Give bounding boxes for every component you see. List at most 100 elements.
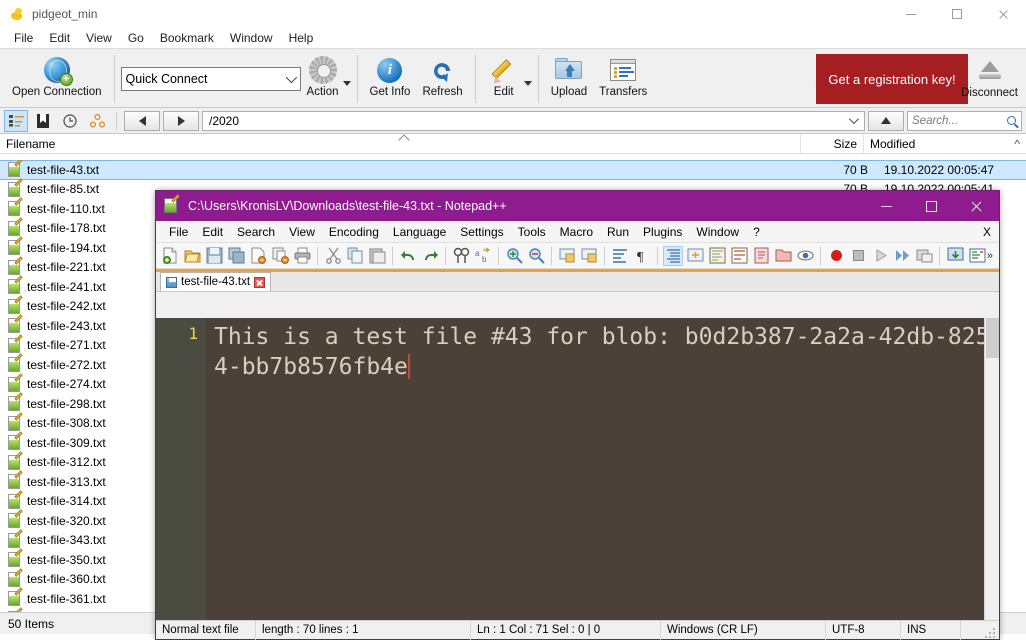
sync-vertical-scroll-icon[interactable] [557, 246, 577, 266]
notepad-minimize-button[interactable] [864, 191, 909, 221]
redo-icon[interactable] [420, 246, 440, 266]
zoom-in-icon[interactable] [504, 246, 524, 266]
parent-directory-button[interactable] [868, 110, 904, 131]
document-tab[interactable]: test-file-43.txt [160, 272, 272, 291]
copy-icon[interactable] [345, 246, 365, 266]
toolbar-overflow-icon[interactable]: » [987, 250, 993, 262]
npp-menu-file[interactable]: File [162, 223, 195, 241]
function-list-icon[interactable] [751, 246, 771, 266]
forward-button[interactable] [163, 110, 199, 131]
npp-menu-search[interactable]: Search [230, 223, 282, 241]
sync-horizontal-scroll-icon[interactable] [579, 246, 599, 266]
npp-menu-help[interactable]: ? [746, 223, 767, 241]
column-header-modified[interactable]: Modified [864, 137, 921, 151]
close-file-icon[interactable] [248, 246, 268, 266]
undo-icon[interactable] [398, 246, 418, 266]
back-button[interactable] [124, 110, 160, 131]
maximize-button[interactable] [934, 0, 980, 28]
npp-menu-window[interactable]: Window [689, 223, 746, 241]
scroll-up-chevron-icon[interactable]: ^ [1014, 137, 1020, 151]
search-input[interactable]: Search... [907, 110, 1022, 131]
get-info-button[interactable]: i Get Info [364, 53, 417, 107]
action-button[interactable]: Action [301, 53, 345, 107]
minimize-button[interactable] [888, 0, 934, 28]
npp-menu-settings[interactable]: Settings [453, 223, 510, 241]
paste-icon[interactable] [367, 246, 387, 266]
notepad-close-button[interactable] [954, 191, 999, 221]
resize-grip-icon[interactable] [985, 626, 997, 638]
scrollbar-thumb[interactable] [986, 318, 999, 358]
menu-item-help[interactable]: Help [281, 29, 322, 47]
document-list-icon[interactable] [729, 246, 749, 266]
find-icon[interactable] [451, 246, 471, 266]
app-menubar: File Edit View Go Bookmark Window Help [0, 28, 1026, 48]
bookmark-icon[interactable] [31, 110, 55, 132]
menu-item-go[interactable]: Go [120, 29, 152, 47]
refresh-button[interactable]: Refresh [416, 53, 468, 107]
path-toolbar: /2020 Search... [0, 108, 1026, 134]
npp-menu-edit[interactable]: Edit [195, 223, 230, 241]
menu-item-file[interactable]: File [6, 29, 41, 47]
npp-menu-language[interactable]: Language [386, 223, 453, 241]
macro-play-icon[interactable] [870, 246, 890, 266]
macro-run-multiple-icon[interactable] [892, 246, 912, 266]
replace-icon[interactable]: ab [473, 246, 493, 266]
monitoring-eye-icon[interactable] [795, 246, 815, 266]
save-macro-icon[interactable] [914, 246, 934, 266]
close-all-files-icon[interactable] [270, 246, 290, 266]
edit-button[interactable]: Edit [482, 53, 526, 107]
editor-area[interactable]: 1 This is a test file #43 for blob: b0d2… [156, 318, 999, 620]
share-nodes-icon[interactable] [85, 110, 109, 132]
folder-as-workspace-icon[interactable] [773, 246, 793, 266]
npp-menu-plugins[interactable]: Plugins [636, 223, 689, 241]
indent-guideline-icon[interactable] [663, 245, 683, 266]
menu-item-view[interactable]: View [78, 29, 120, 47]
menu-item-bookmark[interactable]: Bookmark [152, 29, 222, 47]
column-header-size[interactable]: Size [801, 137, 863, 151]
close-button[interactable] [980, 0, 1026, 28]
cut-icon[interactable] [323, 246, 343, 266]
action-dropdown-caret-icon[interactable] [342, 80, 351, 86]
show-all-characters-icon[interactable]: ¶ [632, 246, 652, 266]
close-all-documents-button[interactable]: X [983, 225, 991, 239]
view-list-icon[interactable] [4, 109, 28, 132]
new-file-icon[interactable] [160, 246, 180, 266]
save-all-icon[interactable] [226, 246, 246, 266]
macro-stop-icon[interactable] [848, 246, 868, 266]
macro-record-icon[interactable] [826, 246, 846, 266]
quick-connect-dropdown[interactable]: Quick Connect [120, 67, 301, 91]
editor-text[interactable]: This is a test file #43 for blob: b0d2b3… [206, 318, 999, 620]
disconnect-button[interactable]: Disconnect [955, 54, 1024, 108]
open-connection-button[interactable]: + Open Connection [6, 53, 108, 107]
document-map-icon[interactable] [707, 246, 727, 266]
menu-item-edit[interactable]: Edit [41, 29, 78, 47]
npp-menu-tools[interactable]: Tools [511, 223, 553, 241]
zoom-out-icon[interactable] [526, 246, 546, 266]
open-file-icon[interactable] [182, 246, 202, 266]
table-row[interactable]: test-file-43.txt 70 B 19.10.2022 00:05:47 [0, 160, 1026, 180]
npp-menu-run[interactable]: Run [600, 223, 636, 241]
svg-text:a: a [475, 249, 480, 258]
history-clock-icon[interactable] [58, 110, 82, 132]
editor-vertical-scrollbar[interactable] [984, 318, 999, 620]
print-icon[interactable] [292, 246, 312, 266]
npp-menu-encoding[interactable]: Encoding [322, 223, 386, 241]
upload-button[interactable]: Upload [545, 53, 593, 107]
edit-dropdown-caret-icon[interactable] [523, 80, 532, 86]
menu-item-window[interactable]: Window [222, 29, 281, 47]
transfers-button[interactable]: Transfers [593, 53, 653, 107]
path-value: /2020 [209, 113, 240, 128]
notepad-maximize-button[interactable] [909, 191, 954, 221]
path-input[interactable]: /2020 [202, 110, 865, 131]
run-command-icon[interactable] [945, 246, 965, 266]
preferences-icon[interactable] [967, 246, 987, 266]
notepad-plus-plus-window[interactable]: C:\Users\KronisLV\Downloads\test-file-43… [155, 190, 1000, 640]
npp-menu-view[interactable]: View [282, 223, 322, 241]
text-file-icon [8, 470, 23, 490]
close-tab-icon[interactable] [254, 276, 266, 288]
word-wrap-icon[interactable] [610, 246, 630, 266]
save-icon[interactable] [204, 246, 224, 266]
npp-menu-macro[interactable]: Macro [553, 223, 600, 241]
user-defined-dialog-icon[interactable] [685, 246, 705, 266]
registration-key-button[interactable]: Get a registration key! [816, 54, 968, 104]
